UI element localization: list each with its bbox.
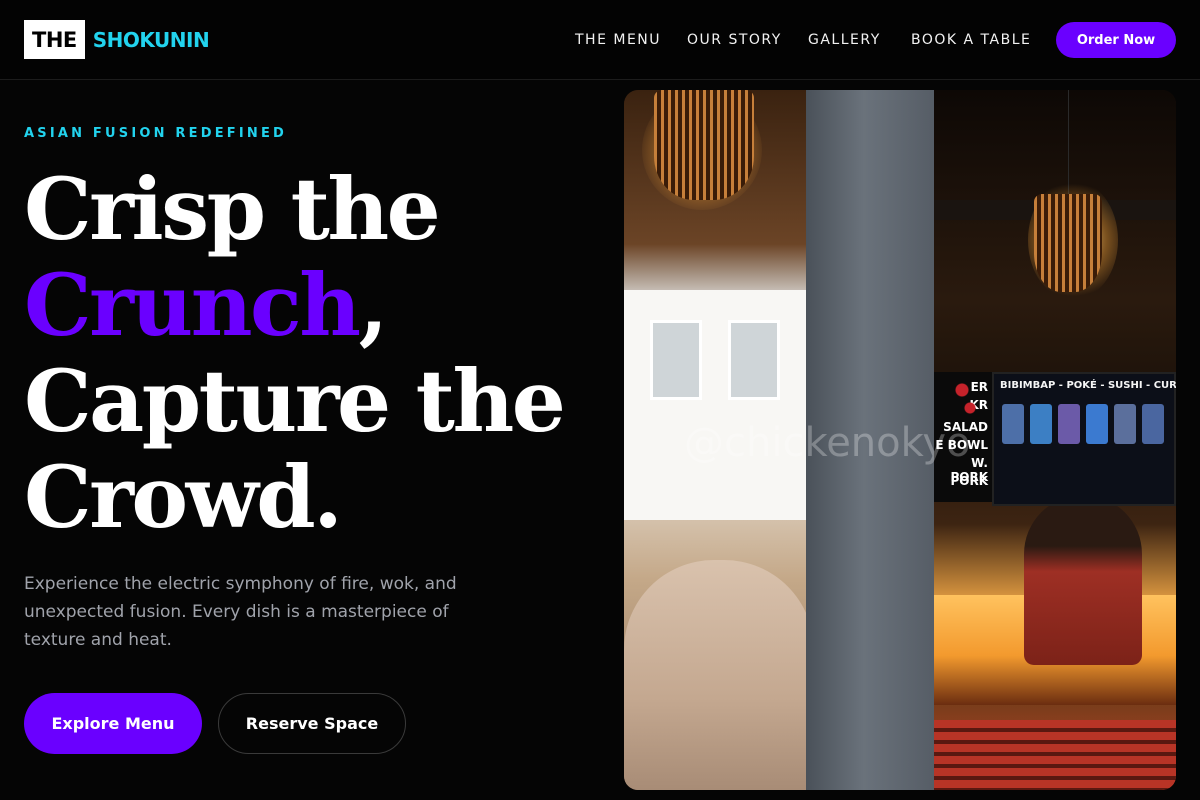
headline-line-4: Crowd. (24, 448, 343, 548)
logo-name: SHOKUNIN (92, 27, 210, 52)
menu-board-photo (1058, 404, 1080, 444)
site-header: THE SHOKUNIN THE MENU OUR STORY GALLERY … (0, 0, 1200, 80)
counter-front (934, 720, 1176, 790)
headline-line-2-rest: , (358, 256, 389, 356)
headline-accent-word: Crunch (24, 256, 361, 356)
menu-board: BIBIMBAP - POKÉ - SUSHI - CURRY - (992, 372, 1176, 506)
headline-line-1: Crisp the (24, 160, 441, 260)
explore-menu-button[interactable]: Explore Menu (24, 693, 202, 754)
hero-restaurant-image: ER KR SALAD E BOWL W. PORK PORK BIBIMBAP… (624, 90, 1176, 790)
headline-line-2: Crunch, (24, 258, 584, 354)
order-now-button[interactable]: Order Now (1056, 22, 1176, 58)
hero-description: Experience the electric symphony of fire… (24, 574, 457, 650)
nav-item-gallery[interactable]: GALLERY (808, 32, 881, 48)
menu-board-title: BIBIMBAP - POKÉ - SUSHI - CURRY - (1000, 380, 1176, 391)
logo-prefix: THE (24, 20, 85, 59)
nav-item-book-a-table[interactable]: BOOK A TABLE (911, 32, 1031, 48)
hero-headline: Crisp the Crunch, Capture the Crowd. (24, 162, 584, 546)
nav-item-our-story[interactable]: OUR STORY (687, 32, 782, 48)
menu-board-photo (1030, 404, 1052, 444)
sign-line: PORK (950, 474, 988, 488)
chef-figure (1024, 495, 1142, 665)
pendant-lamp (1034, 194, 1102, 292)
menu-board-photo (1086, 404, 1108, 444)
logo[interactable]: THE SHOKUNIN (24, 20, 210, 59)
menu-board-photo (1142, 404, 1164, 444)
image-watermark: @chickenokyo (684, 420, 971, 466)
headline-line-3: Capture the (24, 352, 566, 452)
menu-board-photo (1002, 404, 1024, 444)
pendant-lamp (654, 90, 754, 200)
menu-board-photo (1114, 404, 1136, 444)
window-pane (728, 320, 780, 400)
reserve-space-button[interactable]: Reserve Space (218, 693, 406, 754)
person-figure (624, 560, 814, 790)
hero-eyebrow: ASIAN FUSION REDEFINED (24, 126, 288, 141)
nav-item-menu[interactable]: THE MENU (575, 32, 661, 48)
window-pane (650, 320, 702, 400)
